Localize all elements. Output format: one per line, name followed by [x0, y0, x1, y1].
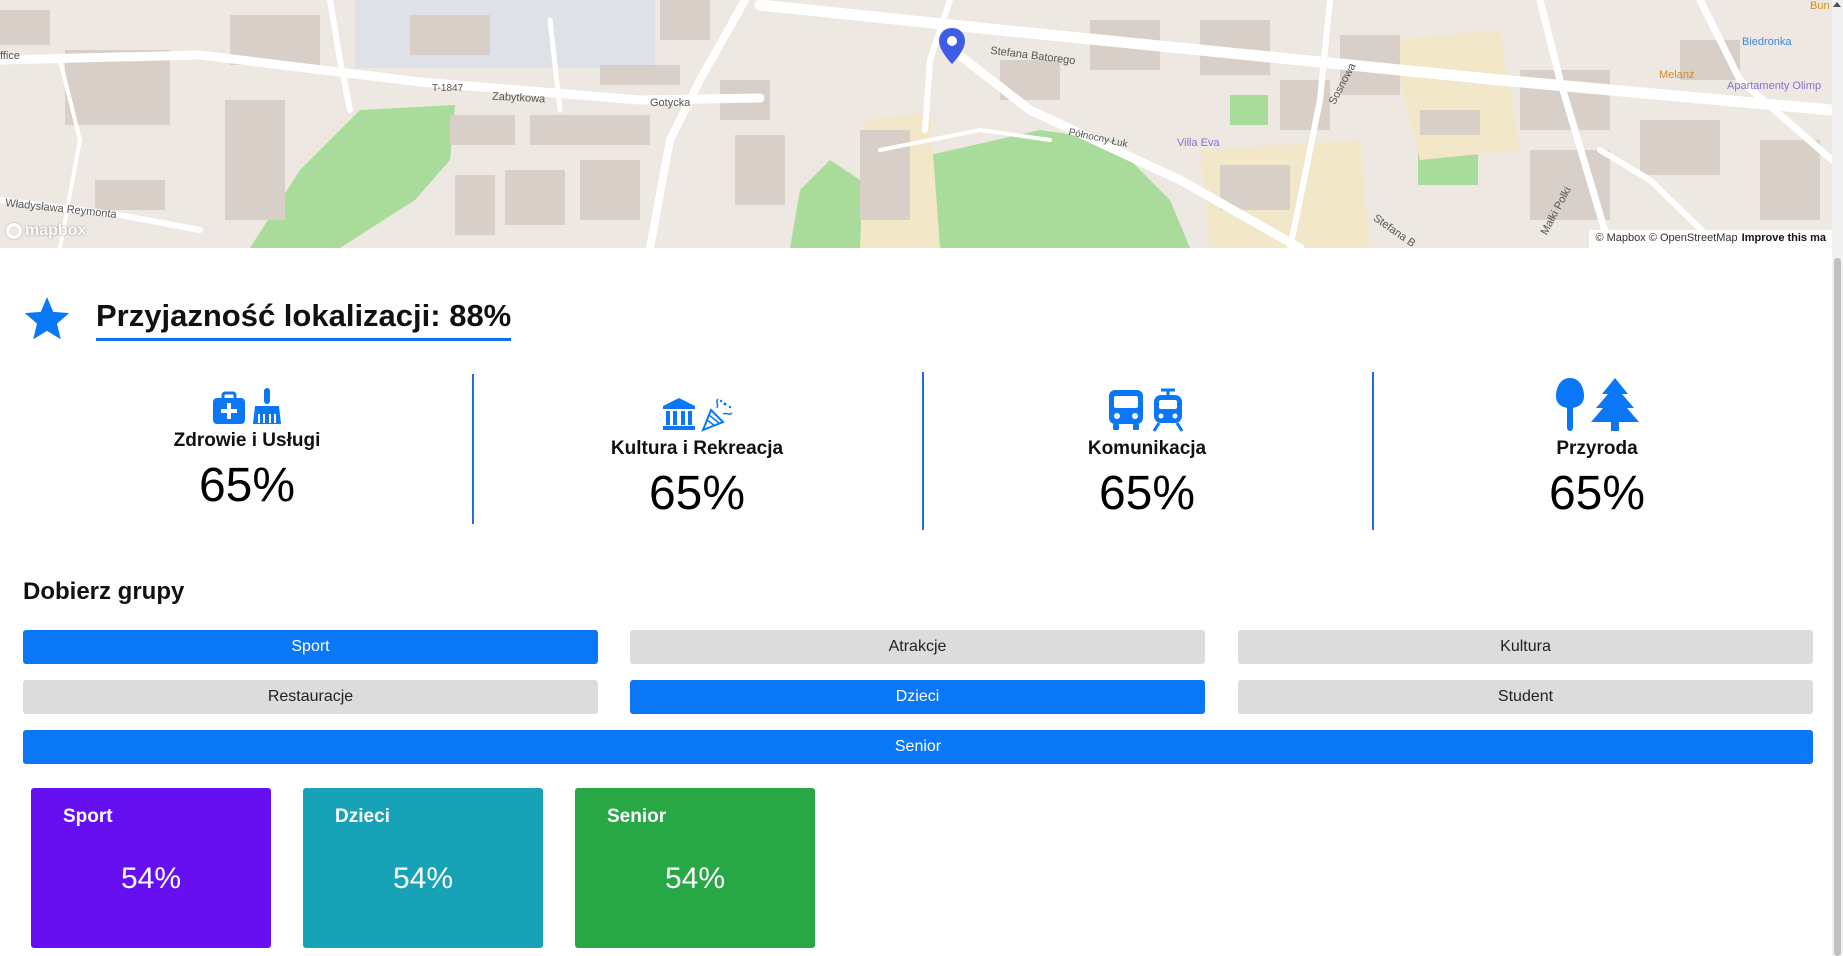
result-card-value: 54%	[120, 862, 182, 895]
group-button-sport[interactable]: Sport	[23, 630, 598, 664]
train-icon	[1152, 388, 1184, 432]
scrollbar-thumb[interactable]	[1834, 258, 1841, 956]
result-card-title: Sport	[63, 806, 113, 827]
tree-icon	[1556, 378, 1584, 431]
poi-label[interactable]: Melanż	[1659, 69, 1694, 81]
category-score: 65%	[1098, 467, 1196, 520]
category-health-services: Zdrowie i Usługi 65%	[22, 372, 472, 532]
category-icons	[472, 372, 922, 432]
museum-icon	[663, 398, 695, 430]
bus-icon	[1109, 390, 1143, 430]
result-card-title: Senior	[607, 806, 667, 827]
category-culture-recreation: Kultura i Rekreacja 65%	[472, 372, 922, 532]
improve-map-link[interactable]: Improve this ma	[1742, 232, 1826, 244]
poi-label[interactable]: Bun	[1810, 0, 1830, 12]
category-label: Kultura i Rekreacja	[610, 438, 784, 459]
category-label: Komunikacja	[1087, 438, 1207, 459]
category-icons	[22, 372, 472, 426]
poi-label[interactable]: Biedronka	[1742, 36, 1792, 48]
group-button-student[interactable]: Student	[1238, 680, 1813, 714]
result-card-senior: Senior 54%	[575, 788, 815, 948]
result-card-title: Dzieci	[335, 806, 390, 827]
category-label: Zdrowie i Usługi	[173, 430, 321, 451]
location-rating: Przyjazność lokalizacji: 88%	[22, 294, 512, 344]
groups-heading: Dobierz grupy	[23, 578, 185, 605]
party-icon	[701, 398, 733, 432]
medkit-icon	[213, 391, 245, 424]
result-card-value: 54%	[664, 862, 726, 895]
result-card-sport: Sport 54%	[31, 788, 271, 948]
result-card-children: Dzieci 54%	[303, 788, 543, 948]
street-label: ffice	[0, 50, 20, 62]
mapbox-logo[interactable]: mapbox	[6, 222, 86, 240]
category-scores: Zdrowie i Usługi 65% Kultura i Rekreacja…	[22, 372, 1822, 532]
poi-label[interactable]: Apartamenty Olimp	[1727, 80, 1821, 92]
mapbox-logo-icon	[6, 223, 22, 239]
star-icon	[24, 297, 70, 340]
attribution-text[interactable]: © Mapbox © OpenStreetMap	[1595, 232, 1737, 244]
mapbox-logo-text: mapbox	[25, 222, 87, 239]
result-card-value: 54%	[392, 862, 454, 895]
group-button-senior[interactable]: Senior	[23, 730, 1813, 764]
group-button-restaurants[interactable]: Restauracje	[23, 680, 598, 714]
group-button-culture[interactable]: Kultura	[1238, 630, 1813, 664]
pine-tree-icon	[1591, 378, 1639, 431]
poi-label[interactable]: Villa Eva	[1177, 137, 1220, 149]
map[interactable]: ffice Stefana Batorego Zabytkowa Gotycka…	[0, 0, 1832, 248]
page-scrollbar[interactable]	[1832, 0, 1843, 956]
category-icons	[1372, 372, 1822, 432]
group-button-children[interactable]: Dzieci	[630, 680, 1205, 714]
category-nature: Przyroda 65%	[1372, 372, 1822, 532]
category-score: 65%	[1548, 467, 1646, 520]
map-attribution: © Mapbox © OpenStreetMap Improve this ma	[1589, 230, 1832, 248]
category-score: 65%	[648, 467, 746, 520]
location-pin-icon[interactable]	[937, 26, 967, 66]
category-score: 65%	[198, 459, 296, 512]
category-icons	[922, 372, 1372, 432]
scroll-up-arrow-icon[interactable]	[1833, 2, 1841, 7]
street-label: Gotycka	[650, 97, 691, 109]
category-transport: Komunikacja 65%	[922, 372, 1372, 532]
broom-icon	[253, 388, 281, 424]
group-button-attractions[interactable]: Atrakcje	[630, 630, 1205, 664]
street-label: T-1847	[432, 83, 464, 94]
category-label: Przyroda	[1556, 438, 1638, 459]
page-title: Przyjazność lokalizacji: 88%	[96, 298, 512, 341]
